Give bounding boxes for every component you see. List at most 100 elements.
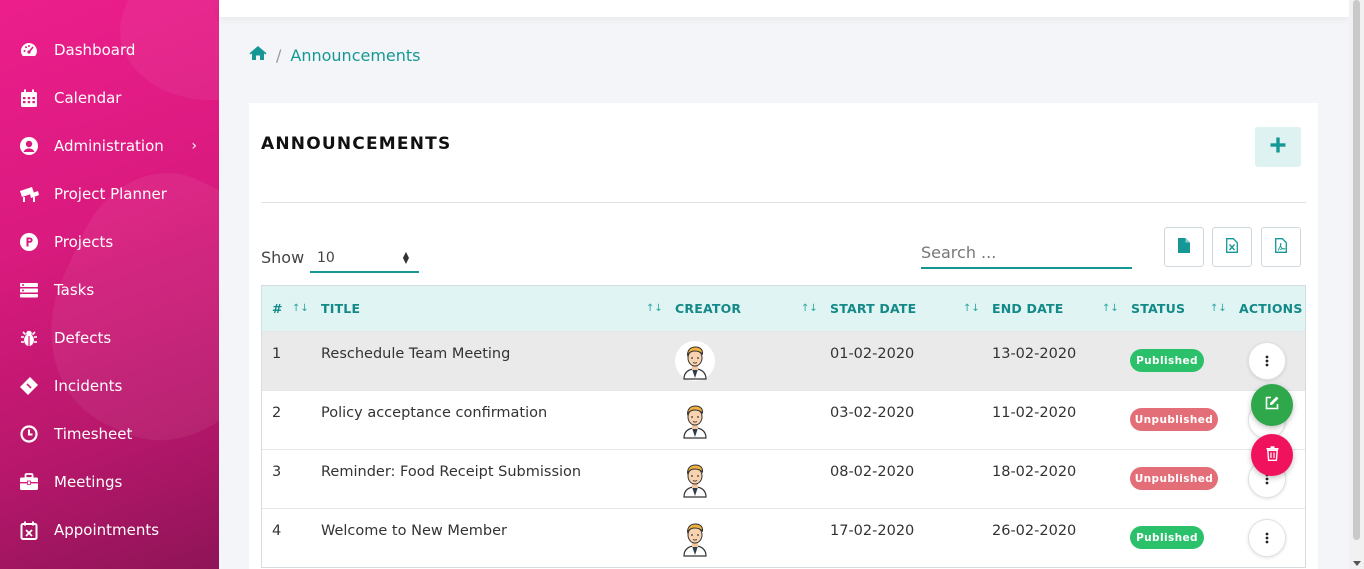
sort-icon[interactable]: ↑↓ (1102, 286, 1119, 331)
status-badge: Published (1130, 526, 1204, 549)
search-input[interactable]: Search ... (921, 239, 1132, 269)
status-badge: Unpublished (1130, 467, 1218, 490)
row-start-date: 01-02-2020 (830, 346, 915, 362)
projects-icon (18, 231, 40, 253)
sort-icon[interactable]: ↑↓ (1210, 286, 1227, 331)
sort-icon[interactable]: ↑↓ (963, 286, 980, 331)
sidebar-item-label: Calendar (54, 89, 122, 107)
table-row[interactable]: 4 Welcome to New Member 17-02-2020 26-02… (262, 508, 1305, 567)
sidebar-item-dashboard[interactable]: Dashboard (0, 30, 219, 70)
page-scrollbar[interactable] (1349, 0, 1364, 569)
announcements-card: ANNOUNCEMENTS Show 10 ▲ ▼ Search ... # ↑↓… (249, 103, 1318, 569)
table-header: # ↑↓ TITLE ↑↓ CREATOR ↑↓ START DATE ↑↓ E… (262, 286, 1305, 331)
sidebar-item-appointments[interactable]: Appointments (0, 510, 219, 550)
row-end-date: 11-02-2020 (992, 405, 1077, 421)
breadcrumb-separator: / (276, 45, 282, 65)
sidebar-item-label: Incidents (54, 377, 123, 395)
sidebar-item-defects[interactable]: Defects (0, 318, 219, 358)
sort-icon[interactable]: ↑↓ (801, 286, 818, 331)
row-title: Reschedule Team Meeting (321, 346, 511, 362)
more-vertical-icon (1265, 355, 1269, 367)
status-badge: Unpublished (1130, 408, 1218, 431)
table-row[interactable]: 1 Reschedule Team Meeting 01-02-2020 13-… (262, 331, 1305, 390)
sidebar-item-label: Project Planner (54, 185, 167, 203)
sidebar-item-meetings[interactable]: Meetings (0, 462, 219, 502)
sidebar-item-incidents[interactable]: Incidents (0, 366, 219, 406)
sidebar-item-label: Tasks (54, 281, 95, 299)
sidebar-item-timesheet[interactable]: Timesheet (0, 414, 219, 454)
chevron-right-icon: › (191, 138, 197, 154)
clock-icon (18, 423, 40, 445)
briefcase-icon (18, 471, 40, 493)
sort-icon[interactable]: ↑↓ (292, 286, 309, 331)
creator-avatar (675, 400, 715, 440)
sidebar-item-projects[interactable]: Projects (0, 222, 219, 262)
sidebar-item-label: Dashboard (54, 41, 136, 59)
row-end-date: 18-02-2020 (992, 464, 1077, 480)
column-header-title[interactable]: TITLE (321, 286, 360, 331)
breadcrumb-current: Announcements (290, 45, 421, 65)
sidebar-item-project-planner[interactable]: Project Planner (0, 174, 219, 214)
row-actions-button[interactable] (1248, 519, 1286, 557)
select-caret-icon: ▲ ▼ (402, 250, 409, 265)
file-icon (1178, 237, 1190, 257)
page-title: ANNOUNCEMENTS (261, 134, 452, 154)
file-excel-icon (1226, 237, 1238, 257)
scroll-down-arrow-icon[interactable] (1353, 561, 1361, 566)
row-end-date: 13-02-2020 (992, 346, 1077, 362)
tasks-icon (18, 279, 40, 301)
scrollbar-thumb[interactable] (1353, 0, 1360, 540)
row-start-date: 08-02-2020 (830, 464, 915, 480)
row-actions-button[interactable] (1248, 342, 1286, 380)
sidebar-item-tasks[interactable]: Tasks (0, 270, 219, 310)
sidebar-item-label: Administration (54, 137, 164, 155)
table-row[interactable]: 3 Reminder: Food Receipt Submission 08-0… (262, 449, 1305, 508)
sidebar-item-label: Meetings (54, 473, 123, 491)
user-circle-icon (18, 135, 40, 157)
column-header-start-date[interactable]: START DATE (830, 286, 916, 331)
row-number: 4 (272, 523, 282, 539)
planner-icon (18, 183, 40, 205)
row-title: Policy acceptance confirmation (321, 405, 548, 421)
delete-button[interactable] (1251, 434, 1293, 476)
sort-icon[interactable]: ↑↓ (646, 286, 663, 331)
column-header-end-date[interactable]: END DATE (992, 286, 1063, 331)
row-number: 1 (272, 346, 282, 362)
sidebar: Dashboard Calendar Administration › Proj… (0, 0, 219, 569)
column-header-number[interactable]: # (272, 286, 283, 331)
home-icon[interactable] (249, 45, 267, 65)
table-row[interactable]: 2 Policy acceptance confirmation 03-02-2… (262, 390, 1305, 449)
more-vertical-icon (1265, 532, 1269, 544)
sidebar-item-administration[interactable]: Administration › (0, 126, 219, 166)
sidebar-item-label: Defects (54, 329, 112, 347)
top-header-bar (219, 0, 1349, 17)
breadcrumb: / Announcements (249, 45, 421, 65)
calendar-x-icon (18, 519, 40, 541)
creator-avatar (675, 518, 715, 558)
sidebar-item-calendar[interactable]: Calendar (0, 78, 219, 118)
row-number: 2 (272, 405, 282, 421)
creator-avatar (675, 341, 715, 381)
row-end-date: 26-02-2020 (992, 523, 1077, 539)
plus-icon (1270, 137, 1286, 157)
column-header-creator[interactable]: CREATOR (675, 286, 741, 331)
sidebar-item-label: Timesheet (54, 425, 133, 443)
page-size-select[interactable]: 10 ▲ ▼ (310, 245, 419, 273)
card-divider (261, 202, 1306, 203)
column-header-actions: ACTIONS (1239, 301, 1303, 316)
edit-icon (1264, 395, 1280, 415)
announcements-table: # ↑↓ TITLE ↑↓ CREATOR ↑↓ START DATE ↑↓ E… (261, 285, 1306, 568)
export-excel-button[interactable] (1212, 227, 1252, 267)
add-announcement-button[interactable] (1255, 127, 1301, 167)
sidebar-item-label: Projects (54, 233, 114, 251)
row-start-date: 03-02-2020 (830, 405, 915, 421)
row-number: 3 (272, 464, 282, 480)
export-document-button[interactable] (1164, 227, 1204, 267)
dashboard-icon (18, 39, 40, 61)
column-header-status[interactable]: STATUS (1131, 286, 1185, 331)
row-title: Reminder: Food Receipt Submission (321, 464, 582, 480)
edit-button[interactable] (1251, 384, 1293, 426)
show-label: Show (261, 248, 305, 267)
export-pdf-button[interactable] (1261, 227, 1301, 267)
file-pdf-icon (1275, 237, 1287, 257)
